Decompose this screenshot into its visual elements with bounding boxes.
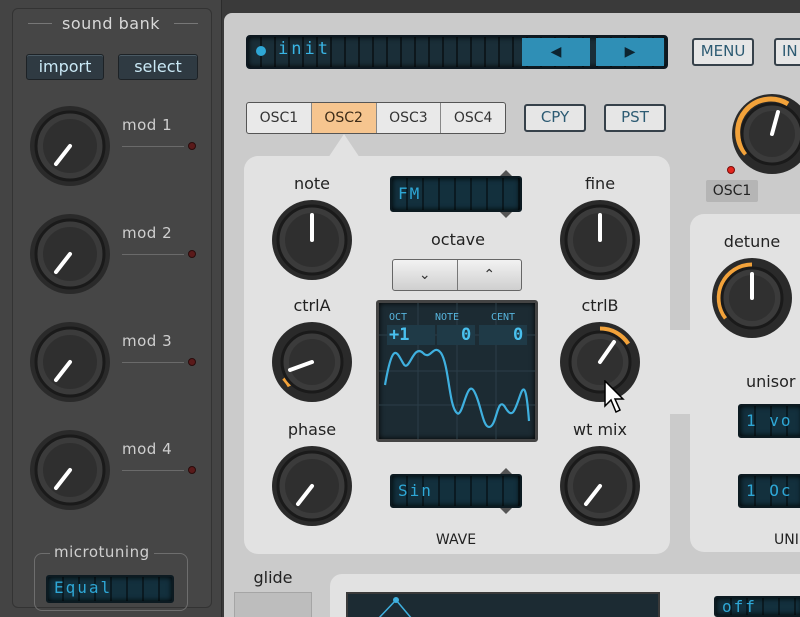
- unison-octave-select[interactable]: 1 Oc: [738, 474, 800, 508]
- note-knob[interactable]: [270, 198, 354, 282]
- import-button[interactable]: import: [26, 54, 104, 80]
- sound-bank-title: sound bank: [0, 14, 222, 33]
- wtmix-knob[interactable]: [558, 444, 642, 528]
- preset-name: init: [278, 39, 331, 59]
- tab-osc1[interactable]: OSC1: [247, 103, 312, 133]
- osc1-active-led: [727, 166, 735, 174]
- mod-1-led: [188, 142, 196, 150]
- detune-knob[interactable]: [710, 256, 794, 340]
- fine-knob[interactable]: [558, 198, 642, 282]
- menu-button[interactable]: MENU: [692, 38, 754, 66]
- select-button[interactable]: select: [118, 54, 198, 80]
- preset-indicator-icon: [256, 46, 266, 56]
- wave-up-icon[interactable]: [500, 468, 512, 474]
- prev-preset-button[interactable]: ◀: [522, 38, 590, 66]
- microtuning-select[interactable]: Equal: [46, 575, 174, 603]
- glide-control[interactable]: [234, 592, 312, 617]
- osc-tabs: OSC1 OSC2 OSC3 OSC4: [246, 102, 506, 134]
- mod-1-line: [122, 146, 184, 147]
- mod-2-knob[interactable]: [28, 212, 112, 296]
- mod-3-line: [122, 362, 184, 363]
- wave-value: Sin: [398, 481, 433, 500]
- note-header: NOTE: [435, 312, 460, 323]
- mode-up-icon[interactable]: [500, 170, 512, 176]
- wave-down-icon[interactable]: [500, 508, 512, 514]
- mod-1-knob[interactable]: [28, 104, 112, 188]
- ctrlb-label: ctrlB: [581, 296, 619, 315]
- fine-label: fine: [584, 174, 616, 193]
- wtmix-label: wt mix: [573, 420, 627, 439]
- mod-4-knob[interactable]: [28, 428, 112, 512]
- mod-3-led: [188, 358, 196, 366]
- octave-up-button[interactable]: ⌃: [458, 260, 522, 290]
- unison-section-title: UNI: [774, 532, 799, 548]
- unison-label: unisor: [746, 372, 796, 391]
- sound-bank-sidebar: [0, 0, 222, 617]
- osc1-level-knob[interactable]: [730, 92, 800, 176]
- glide-mode-value: off: [722, 597, 757, 616]
- sidebar-frame: [12, 8, 212, 608]
- mod-3-label: mod 3: [122, 332, 173, 350]
- next-preset-button[interactable]: ▶: [596, 38, 664, 66]
- phase-label: phase: [287, 420, 337, 439]
- mod-4-label: mod 4: [122, 440, 173, 458]
- copy-button[interactable]: CPY: [524, 104, 586, 132]
- oct-value: +1: [389, 325, 410, 345]
- paste-button[interactable]: PST: [604, 104, 666, 132]
- detune-label: detune: [723, 232, 781, 251]
- tab-osc4[interactable]: OSC4: [441, 103, 505, 133]
- glide-label: glide: [253, 568, 293, 587]
- ctrlb-knob[interactable]: [558, 320, 642, 404]
- wave-select[interactable]: Sin: [390, 474, 522, 508]
- ctrla-label: ctrlA: [293, 296, 331, 315]
- osc-mode-value: FM: [398, 184, 422, 203]
- init-button[interactable]: IN: [774, 38, 800, 66]
- cent-header: CENT: [491, 312, 516, 323]
- octave-label: octave: [431, 230, 485, 249]
- mod-4-line: [122, 470, 184, 471]
- microtuning-title: microtuning: [50, 543, 154, 561]
- mod-3-knob[interactable]: [28, 320, 112, 404]
- mode-down-icon[interactable]: [500, 212, 512, 218]
- cent-value: 0: [513, 325, 524, 345]
- envelope-display[interactable]: [346, 592, 660, 617]
- unison-voices-value: 1 vo: [746, 411, 793, 430]
- mod-1-label: mod 1: [122, 116, 173, 134]
- triangle-right-icon: ▶: [624, 44, 636, 60]
- osc1-route-label: OSC1: [706, 180, 758, 202]
- unison-voices-select[interactable]: 1 vo: [738, 404, 800, 438]
- osc-mode-select[interactable]: FM: [390, 176, 522, 212]
- octave-stepper: ⌄ ⌃: [392, 259, 522, 291]
- mod-2-led: [188, 250, 196, 258]
- oct-header: OCT: [389, 312, 408, 323]
- active-tab-pointer: [328, 134, 360, 158]
- unison-octave-value: 1 Oc: [746, 481, 793, 500]
- mod-2-line: [122, 254, 184, 255]
- mod-2-label: mod 2: [122, 224, 173, 242]
- tab-osc2[interactable]: OSC2: [311, 103, 377, 133]
- microtuning-value: Equal: [54, 578, 113, 597]
- ctrla-knob[interactable]: [270, 320, 354, 404]
- mouse-pointer-icon: [604, 379, 628, 418]
- triangle-left-icon: ◀: [550, 44, 562, 60]
- glide-mode-select[interactable]: off: [714, 596, 800, 617]
- note-value: 0: [461, 325, 472, 345]
- octave-down-button[interactable]: ⌄: [393, 260, 458, 290]
- note-label: note: [293, 174, 331, 193]
- tab-osc3[interactable]: OSC3: [377, 103, 442, 133]
- wave-section-title: WAVE: [435, 532, 477, 548]
- mod-4-led: [188, 466, 196, 474]
- phase-knob[interactable]: [270, 444, 354, 528]
- waveform-display[interactable]: OCT NOTE CENT +1 0 0: [376, 300, 538, 442]
